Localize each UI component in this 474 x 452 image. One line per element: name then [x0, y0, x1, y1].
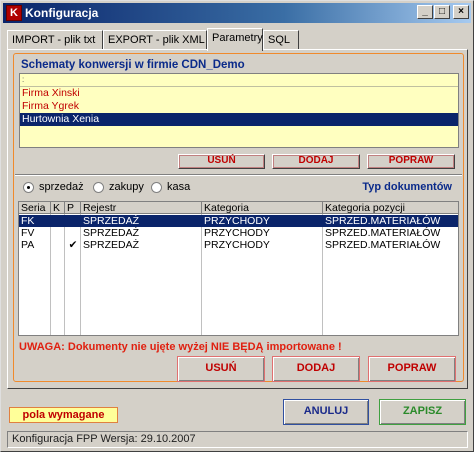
document-edit-button[interactable]: POPRAW — [368, 356, 456, 382]
required-fields-label: pola wymagane — [9, 407, 118, 423]
close-button[interactable]: × — [453, 5, 469, 19]
cell-seria: FV — [21, 227, 35, 239]
col-seria[interactable]: Seria — [19, 202, 51, 214]
import-warning: UWAGA: Dokumenty nie ujęte wyżej NIE BĘD… — [19, 341, 342, 353]
schema-edit-button[interactable]: POPRAW — [367, 154, 455, 169]
cell-kategoria-pozycji: SPRZED.MATERIAŁÓW — [325, 215, 441, 227]
radio-sprzedaz[interactable]: sprzedaż — [23, 181, 84, 193]
col-kategoria[interactable]: Kategoria — [202, 202, 323, 214]
cell-k[interactable] — [51, 215, 65, 227]
radio-zakupy[interactable]: zakupy — [93, 181, 144, 193]
cell-rejestr: SPRZEDAŻ — [83, 227, 140, 239]
window-title: Konfiguracja — [25, 6, 99, 20]
col-k[interactable]: K — [51, 202, 65, 214]
radio-label: zakupy — [109, 181, 144, 193]
radio-label: sprzedaż — [39, 181, 84, 193]
cell-kategoria: PRZYCHODY — [204, 239, 270, 251]
cell-rejestr: SPRZEDAŻ — [83, 215, 140, 227]
save-button[interactable]: ZAPISZ — [379, 399, 466, 425]
status-bar: Konfiguracja FPP Wersja: 29.10.2007 — [7, 431, 468, 448]
cell-p[interactable] — [65, 227, 81, 239]
table-row[interactable]: PA ✔ SPRZEDAŻ PRZYCHODY SPRZED.MATERIAŁÓ… — [19, 239, 458, 251]
cell-kategoria: PRZYCHODY — [204, 215, 270, 227]
radio-dot-icon — [151, 181, 162, 193]
maximize-button[interactable]: □ — [434, 5, 450, 19]
cell-k[interactable] — [51, 239, 65, 251]
cell-p[interactable] — [65, 215, 81, 227]
cancel-button[interactable]: ANULUJ — [283, 399, 369, 425]
col-rejestr[interactable]: Rejestr — [81, 202, 202, 214]
cell-kategoria-pozycji: SPRZED.MATERIAŁÓW — [325, 239, 441, 251]
cell-kategoria: PRZYCHODY — [204, 227, 270, 239]
table-row[interactable]: FV SPRZEDAŻ PRZYCHODY SPRZED.MATERIAŁÓW — [19, 227, 458, 239]
radio-label: kasa — [167, 181, 191, 193]
schema-delete-button[interactable]: USUŃ — [178, 154, 265, 169]
schema-add-button[interactable]: DODAJ — [272, 154, 360, 169]
app-icon: K — [6, 5, 22, 21]
document-add-button[interactable]: DODAJ — [272, 356, 360, 382]
tab-import-txt[interactable]: IMPORT - plik txt — [7, 30, 103, 50]
config-window: K Konfiguracja _ □ × IMPORT - plik txt E… — [0, 0, 474, 452]
col-p[interactable]: P — [65, 202, 81, 214]
radio-dot-icon — [93, 181, 104, 193]
title-bar[interactable]: K Konfiguracja _ □ × — [3, 3, 471, 23]
cell-kategoria-pozycji: SPRZED.MATERIAŁÓW — [325, 227, 441, 239]
grid-header: Seria K P Rejestr Kategoria Kategoria po… — [19, 202, 458, 214]
schema-list[interactable]: : Firma Xinski Firma Ygrek Hurtownia Xen… — [19, 73, 459, 148]
schema-item-selected[interactable]: Hurtownia Xenia — [20, 113, 458, 126]
radio-dot-icon — [23, 181, 34, 193]
divider — [15, 174, 462, 176]
schema-item[interactable]: Firma Ygrek — [20, 100, 458, 113]
cell-k[interactable] — [51, 227, 65, 239]
cell-seria: PA — [21, 239, 35, 251]
schema-list-header: : — [20, 74, 458, 87]
tab-parametry[interactable]: Parametry — [207, 28, 263, 51]
cell-seria: FK — [21, 215, 35, 227]
doc-type-label: Typ dokumentów — [362, 181, 452, 193]
schema-item[interactable]: Firma Xinski — [20, 87, 458, 100]
check-icon[interactable]: ✔ — [65, 239, 81, 251]
tab-sql[interactable]: SQL — [263, 30, 299, 50]
minimize-button[interactable]: _ — [417, 5, 433, 19]
table-row-selected[interactable]: FK SPRZEDAŻ PRZYCHODY SPRZED.MATERIAŁÓW — [19, 215, 458, 227]
document-delete-button[interactable]: USUŃ — [177, 356, 265, 382]
tab-export-xml[interactable]: EXPORT - plik XML — [103, 30, 207, 50]
radio-kasa[interactable]: kasa — [151, 181, 190, 193]
col-kategoria-pozycji[interactable]: Kategoria pozycji — [323, 202, 458, 214]
document-grid[interactable]: Seria K P Rejestr Kategoria Kategoria po… — [18, 201, 459, 336]
schemas-title: Schematy konwersji w firmie CDN_Demo — [21, 59, 245, 71]
cell-rejestr: SPRZEDAŻ — [83, 239, 140, 251]
